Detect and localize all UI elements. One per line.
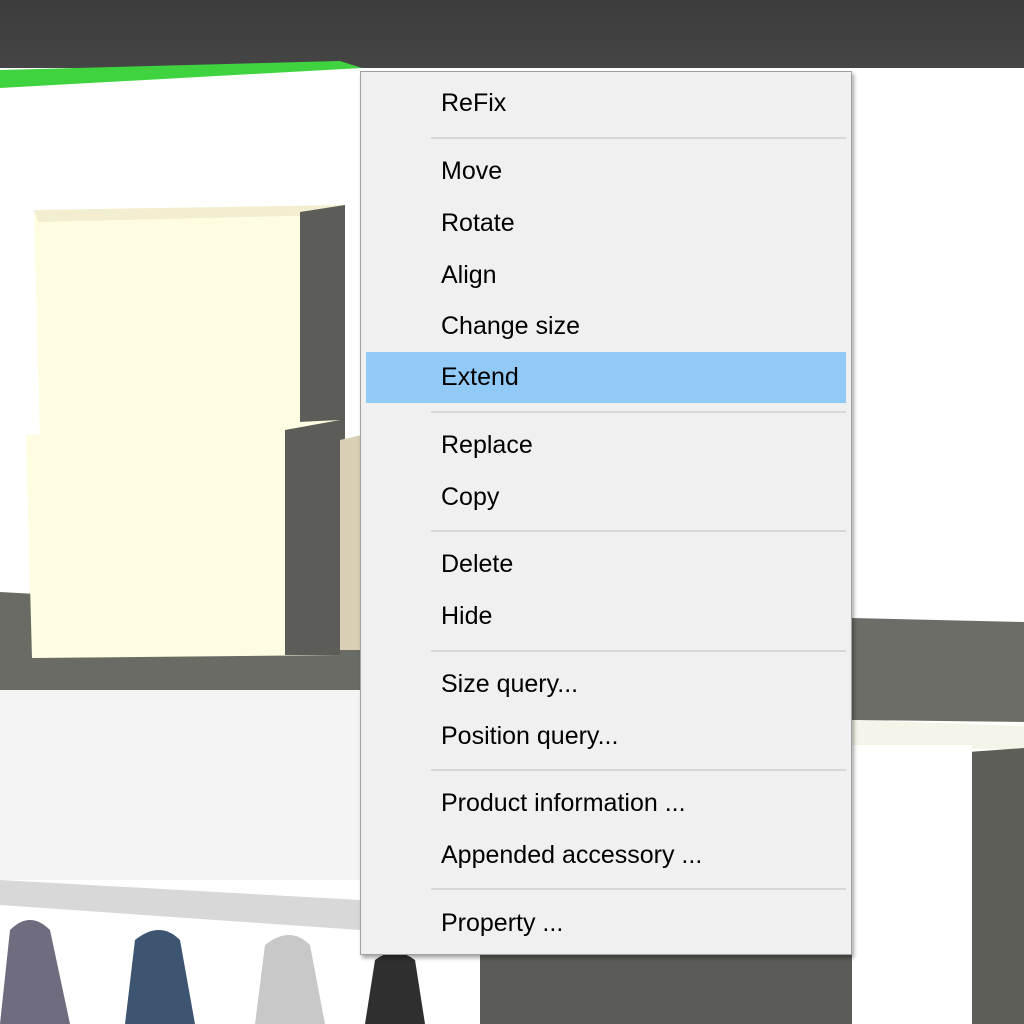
menu-separator bbox=[431, 888, 846, 890]
menu-separator bbox=[431, 769, 846, 771]
bag-2 bbox=[125, 930, 195, 1024]
menu-item-appended-accessory[interactable]: Appended accessory ... bbox=[366, 830, 846, 881]
bag-4 bbox=[365, 952, 425, 1024]
wall-lower-left bbox=[0, 690, 360, 880]
menu-separator bbox=[431, 530, 846, 532]
hanging-rail bbox=[0, 880, 360, 930]
menu-item-copy[interactable]: Copy bbox=[366, 472, 846, 523]
context-menu: ReFix Move Rotate Align Change size Exte… bbox=[360, 71, 852, 955]
storage-box-beige bbox=[340, 435, 362, 650]
menu-item-refix[interactable]: ReFix bbox=[366, 78, 846, 129]
menu-item-size-query[interactable]: Size query... bbox=[366, 659, 846, 710]
menu-item-product-information[interactable]: Product information ... bbox=[366, 778, 846, 829]
menu-item-extend[interactable]: Extend bbox=[366, 352, 846, 403]
menu-separator bbox=[431, 137, 846, 139]
menu-item-align[interactable]: Align bbox=[366, 250, 846, 301]
menu-separator bbox=[431, 411, 846, 413]
menu-item-property[interactable]: Property ... bbox=[366, 898, 846, 949]
menu-item-position-query[interactable]: Position query... bbox=[366, 711, 846, 762]
selection-highlight-edge bbox=[0, 61, 362, 88]
menu-separator bbox=[431, 650, 846, 652]
menu-item-delete[interactable]: Delete bbox=[366, 539, 846, 590]
storage-box-top bbox=[34, 205, 345, 440]
menu-item-move[interactable]: Move bbox=[366, 146, 846, 197]
menu-item-hide[interactable]: Hide bbox=[366, 591, 846, 642]
bag-3 bbox=[255, 935, 325, 1024]
menu-item-rotate[interactable]: Rotate bbox=[366, 198, 846, 249]
shelf-surface-right bbox=[852, 618, 1024, 722]
menu-item-replace[interactable]: Replace bbox=[366, 420, 846, 471]
menu-item-change-size[interactable]: Change size bbox=[366, 301, 846, 352]
bag-1 bbox=[0, 920, 70, 1024]
